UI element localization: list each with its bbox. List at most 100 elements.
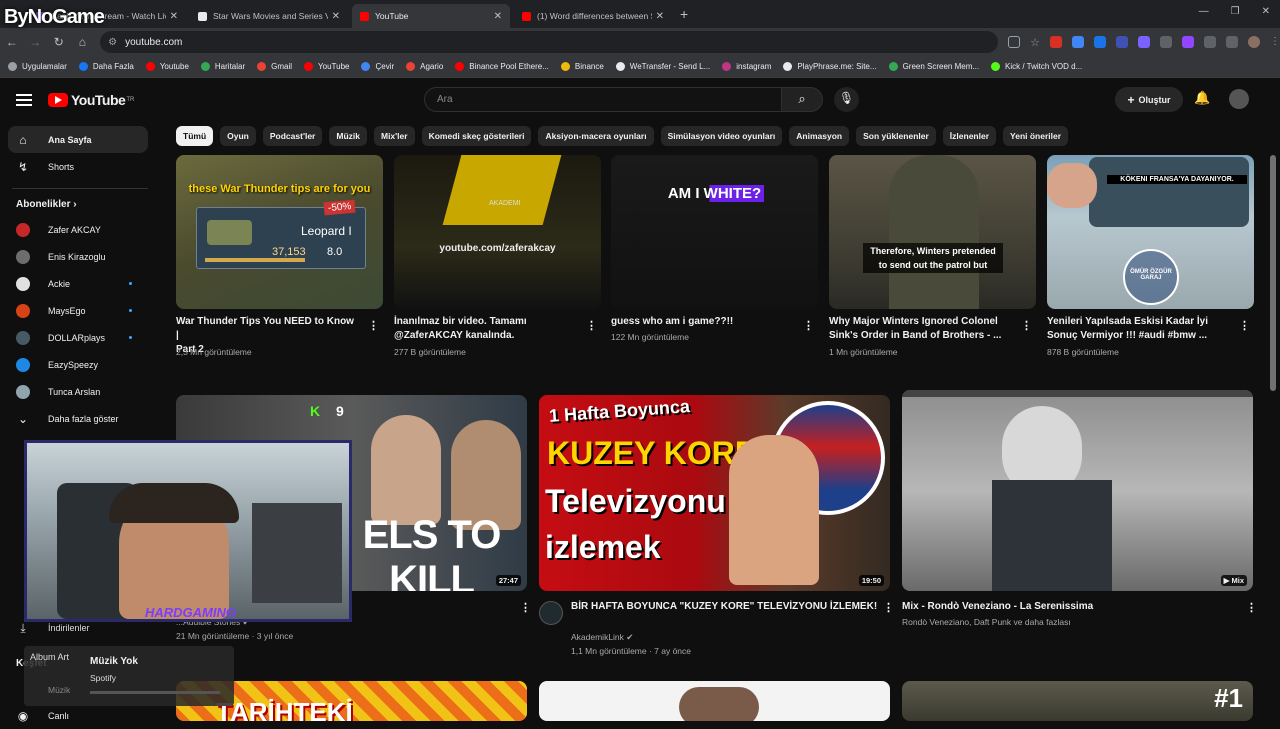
close-tab-icon[interactable]: ✕ (170, 11, 178, 22)
bookmark-item[interactable]: Uygulamalar (8, 62, 67, 71)
video-thumbnail[interactable] (539, 681, 890, 721)
close-tab-icon[interactable]: ✕ (332, 11, 340, 22)
video-title[interactable]: İnanılmaz bir video. Tamamı @ZaferAKCAY k… (394, 315, 574, 343)
sidebar-item-shorts[interactable]: ↯ Shorts (0, 153, 160, 180)
video-title[interactable]: Mix - Rondò Veneziano - La Serenissima (902, 600, 1212, 614)
filter-chip[interactable]: Yeni öneriler (1003, 126, 1069, 146)
video-thumbnail[interactable]: Therefore, Winters pretended to send out… (829, 155, 1036, 309)
close-tab-icon[interactable]: ✕ (656, 11, 664, 22)
more-options-icon[interactable]: ⋮ (803, 319, 814, 332)
channel-name[interactable]: Rondò Veneziano, Daft Punk ve daha fazla… (902, 616, 1071, 629)
sidebar-subscription[interactable]: Zafer AKCAY (0, 216, 160, 243)
filter-chip[interactable]: Podcast'ler (262, 126, 323, 146)
video-thumbnail[interactable]: these War Thunder tips are for you Leopa… (176, 155, 383, 309)
ext-wave-icon[interactable] (1116, 36, 1129, 48)
url-bar[interactable]: ⚙ youtube.com (100, 31, 999, 53)
browser-tab[interactable]: Star Wars Movies and Series Vi ✕ (190, 4, 348, 28)
bookmark-item[interactable]: Youtube (145, 62, 189, 71)
minimize-icon[interactable]: — (1199, 6, 1209, 17)
subscriptions-header[interactable]: Abonelikler › (0, 189, 160, 216)
video-title[interactable]: Why Major Winters Ignored Colonel Sink's … (829, 315, 1009, 343)
sidebar-item-home[interactable]: ⌂ Ana Sayfa (8, 126, 148, 153)
filter-chip[interactable]: Tümü (176, 126, 214, 146)
page-scrollbar[interactable] (1270, 155, 1276, 391)
ext-new-icon[interactable] (1050, 36, 1063, 48)
bookmark-item[interactable]: Haritalar (200, 62, 245, 71)
filter-chip[interactable]: Komedi skeç gösterileri (421, 126, 532, 146)
sidebar-subscription[interactable]: MaysEgo (0, 297, 160, 324)
star-icon[interactable]: ☆ (1030, 36, 1040, 49)
filter-chip[interactable]: Oyun (220, 126, 256, 146)
more-options-icon[interactable]: ⋮ (1246, 601, 1257, 614)
extensions-icon[interactable] (1204, 36, 1217, 48)
bookmark-item[interactable]: Agario (406, 62, 443, 71)
video-title[interactable]: Yenileri Yapılsada Eskisi Kadar İyi Sonuç… (1047, 315, 1227, 343)
channel-name[interactable]: AkademikLink ✔ (571, 631, 633, 644)
channel-avatar[interactable] (539, 601, 563, 625)
microphone-icon[interactable]: 🎙 (834, 87, 859, 112)
more-options-icon[interactable]: ⋮ (586, 319, 597, 332)
bookmark-item[interactable]: Gmail (257, 62, 292, 71)
account-avatar[interactable] (1229, 89, 1249, 109)
more-options-icon[interactable]: ⋮ (883, 601, 894, 614)
video-thumbnail[interactable]: AKADEMI youtube.com/zaferakcay (394, 155, 601, 309)
search-icon[interactable]: ⌕ (781, 87, 823, 112)
filter-chip[interactable]: Simülasyon video oyunları (660, 126, 783, 146)
ext-grid-icon[interactable] (1160, 36, 1173, 48)
close-window-icon[interactable]: ✕ (1262, 6, 1270, 17)
sidebar-subscription[interactable]: EazySpeezy (0, 351, 160, 378)
menu-icon[interactable] (16, 94, 32, 106)
filter-chip[interactable]: Müzik (329, 126, 367, 146)
filter-chip[interactable]: Aksiyon-macera oyunları (538, 126, 654, 146)
home-icon[interactable]: ⌂ (71, 35, 95, 49)
filter-chip[interactable]: Animasyon (789, 126, 850, 146)
new-tab-icon[interactable]: + (680, 6, 688, 22)
ext-twitch-icon[interactable] (1182, 36, 1195, 48)
bookmark-item[interactable]: Çevir (361, 62, 394, 71)
search-input[interactable]: Ara (424, 87, 782, 112)
filter-chip[interactable]: İzlenenler (942, 126, 997, 146)
filter-chip[interactable]: Son yüklenenler (856, 126, 936, 146)
reload-icon[interactable]: ↻ (47, 35, 71, 49)
browser-tab[interactable]: YouTube ✕ (352, 4, 510, 28)
more-options-icon[interactable]: ⋮ (1239, 319, 1250, 332)
close-tab-icon[interactable]: ✕ (494, 11, 502, 22)
video-title[interactable]: BİR HAFTA BOYUNCA "KUZEY KORE" TELEVİZYO… (571, 600, 881, 614)
ext-translate-icon[interactable] (1072, 36, 1085, 48)
bookmark-item[interactable]: Binance Pool Ethere... (455, 62, 549, 71)
sidebar-item-live[interactable]: ◉ Canlı (0, 702, 69, 729)
bookmark-item[interactable]: PlayPhrase.me: Site... (783, 62, 877, 71)
show-more-button[interactable]: ⌄ Daha fazla göster (0, 405, 160, 432)
video-thumbnail[interactable]: #1 (902, 681, 1253, 721)
bookmark-item[interactable]: WeTransfer - Send L... (615, 62, 710, 71)
create-button[interactable]: + Oluştur (1115, 87, 1183, 112)
sidebar-subscription[interactable]: DOLLARplays (0, 324, 160, 351)
video-thumbnail[interactable]: ▶︎ Mix (902, 390, 1253, 591)
video-thumbnail[interactable]: 1 Hafta Boyunca KUZEY KORE Televizyonu i… (539, 395, 890, 591)
sidebar-subscription[interactable]: Ackie (0, 270, 160, 297)
video-thumbnail[interactable]: KÖKENI FRANSA'YA DAYANIYOR. ÖMÜR ÖZGÜR G… (1047, 155, 1254, 309)
back-icon[interactable]: ← (0, 35, 24, 49)
youtube-logo[interactable]: YouTube TR (48, 92, 134, 108)
more-options-icon[interactable]: ⋮ (368, 319, 379, 332)
profile-icon[interactable] (1248, 36, 1261, 48)
reading-list-icon[interactable] (1226, 36, 1239, 48)
bookmark-item[interactable]: Binance (560, 62, 604, 71)
filter-chip[interactable]: Mix'ler (373, 126, 415, 146)
bookmark-item[interactable]: Daha Fazla (78, 62, 134, 71)
menu-dots-icon[interactable]: ⋮ (1270, 36, 1280, 48)
video-title[interactable]: guess who am i game??!! (611, 315, 791, 329)
forward-icon[interactable]: → (24, 35, 48, 49)
ext-blue-icon[interactable] (1094, 36, 1107, 48)
bookmark-item[interactable]: Kick / Twitch VOD d... (991, 62, 1082, 71)
sidebar-subscription[interactable]: Tunca Arslan (0, 378, 160, 405)
site-info-icon[interactable]: ⚙ (108, 37, 117, 48)
notifications-icon[interactable]: 🔔 (1194, 90, 1210, 106)
cast-icon[interactable] (1008, 36, 1021, 48)
bookmark-item[interactable]: instagram (722, 62, 771, 71)
browser-tab[interactable]: (1) Word differences between S ✕ (514, 4, 672, 28)
sidebar-subscription[interactable]: Enis Kirazoglu (0, 243, 160, 270)
video-thumbnail[interactable]: AM I WHITE? (611, 155, 818, 309)
more-options-icon[interactable]: ⋮ (1021, 319, 1032, 332)
bookmark-item[interactable]: YouTube (304, 62, 349, 71)
